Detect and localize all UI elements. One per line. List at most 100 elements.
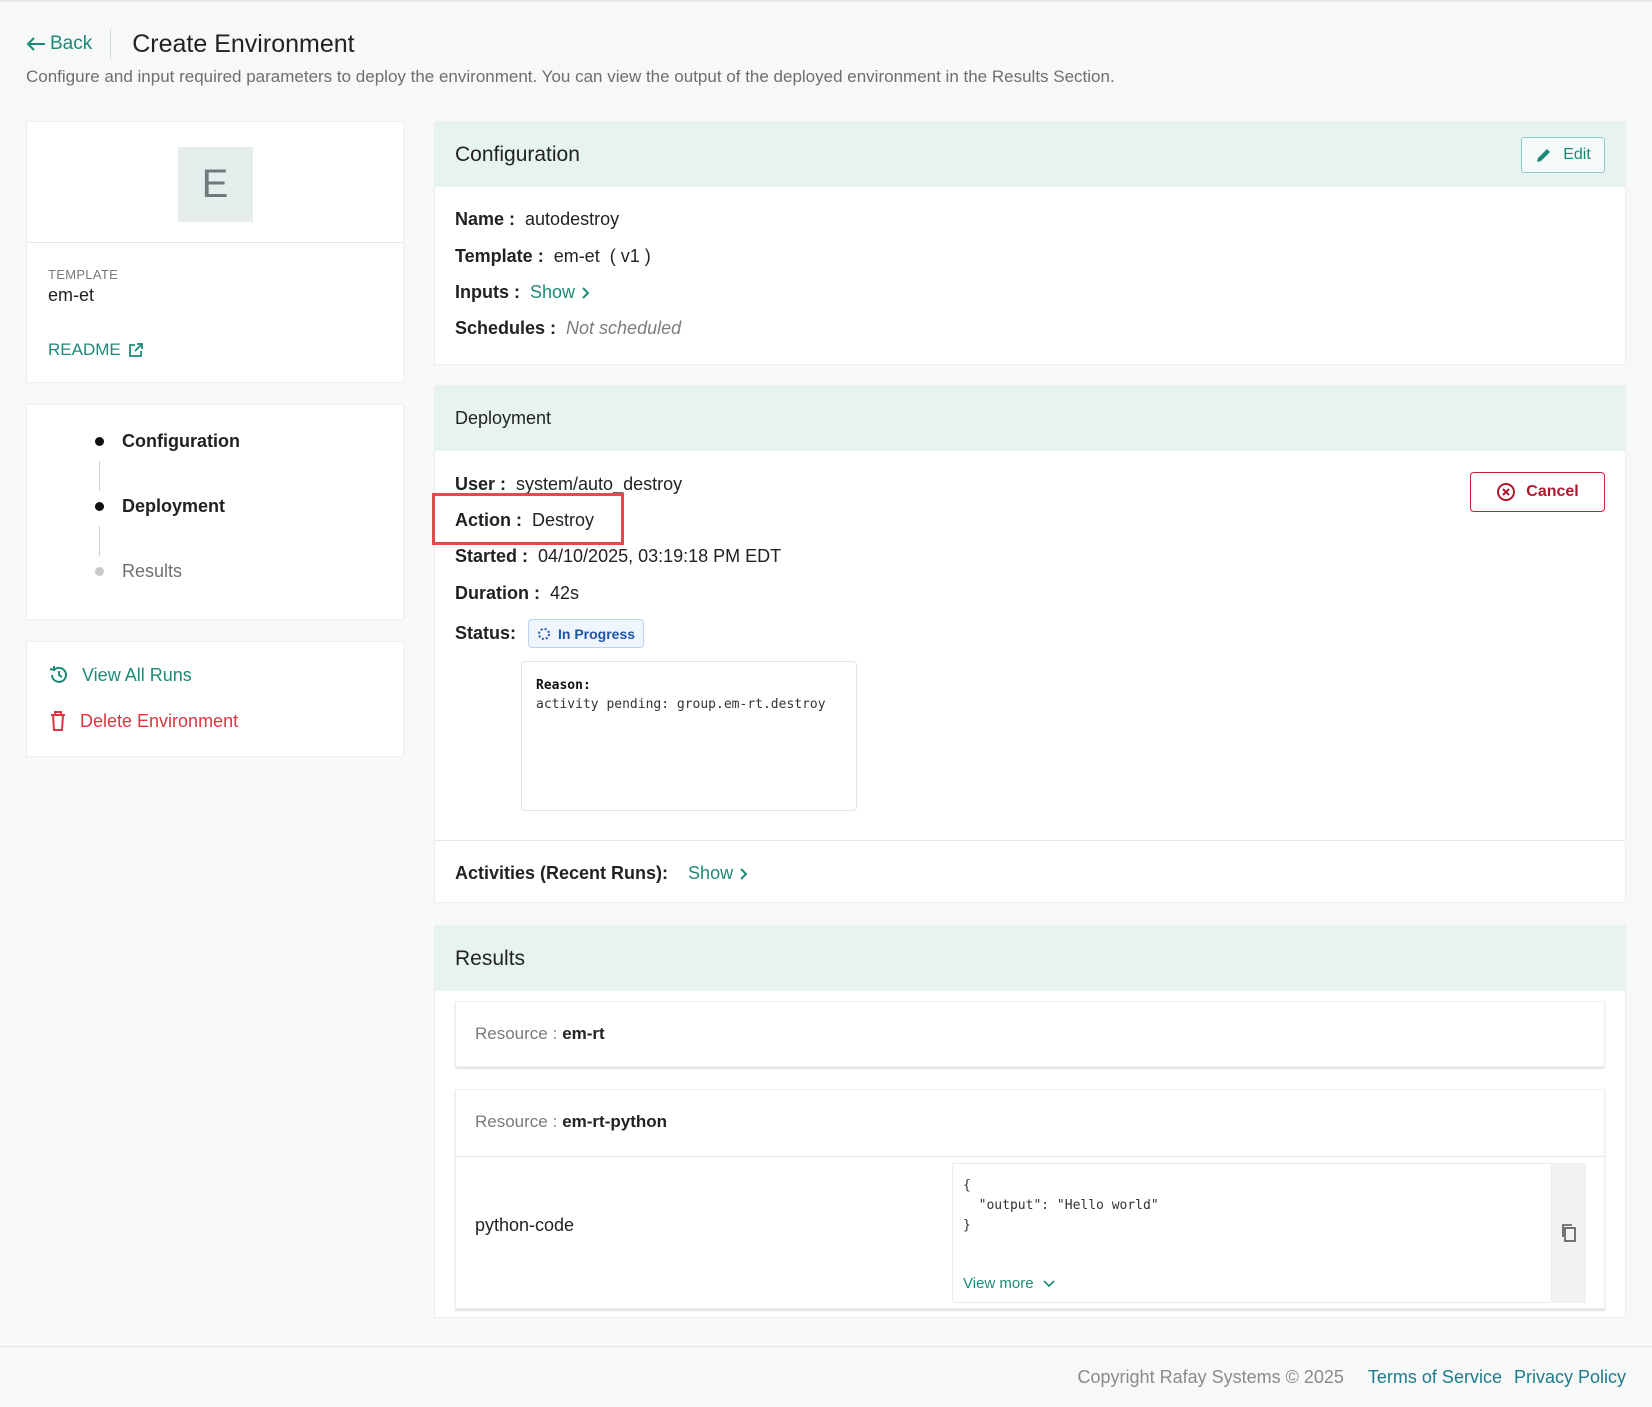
results-title: Results (455, 946, 526, 970)
status-badge: In Progress (528, 619, 645, 648)
steps-card: Configuration Deployment Results (26, 404, 404, 620)
inputs-show-link[interactable]: Show (530, 282, 591, 303)
activities-row: Activities (Recent Runs): Show (455, 863, 749, 884)
edit-label: Edit (1563, 146, 1591, 163)
delete-environment-label: Delete Environment (80, 710, 239, 731)
actions-card: View All Runs Delete Environment (26, 641, 404, 757)
copy-button[interactable] (1552, 1163, 1586, 1303)
privacy-link[interactable]: Privacy Policy (1514, 1367, 1626, 1388)
resource-key: Resource : (475, 1023, 558, 1043)
config-schedules-value: Not scheduled (566, 318, 682, 338)
reason-key: Reason: (536, 678, 591, 693)
history-icon (49, 666, 67, 683)
config-name-value: autodestroy (525, 209, 620, 229)
config-template-key: Template : (455, 246, 544, 266)
output-label: python-code (475, 1215, 575, 1235)
activities-show-label: Show (688, 863, 734, 883)
resource-header: Resource : em-rt (475, 1002, 605, 1065)
top-border (0, 0, 1652, 2)
spinner-icon (538, 627, 551, 640)
config-schedules-row: Schedules : Not scheduled (455, 318, 681, 339)
resource-header: Resource : em-rt-python (475, 1090, 667, 1153)
template-avatar: E (177, 147, 253, 222)
step-configuration[interactable]: Configuration (95, 431, 240, 452)
step-dot (95, 502, 104, 511)
chevron-down-icon (1043, 1280, 1055, 1288)
deploy-duration-key: Duration : (455, 583, 540, 603)
footer: Copyright Rafay Systems © 2025 Terms of … (0, 1346, 1652, 1407)
deploy-started-key: Started : (455, 546, 529, 566)
page-subtitle: Configure and input required parameters … (26, 67, 1115, 86)
config-schedules-key: Schedules : (455, 318, 557, 338)
chevron-right-icon (740, 867, 748, 880)
step-results[interactable]: Results (95, 561, 182, 582)
deploy-user-key: User : (455, 474, 507, 494)
cancel-circle-icon (1497, 483, 1516, 501)
configuration-title: Configuration (455, 142, 580, 166)
configuration-card: Configuration Edit Name : autodestroy Te… (434, 121, 1626, 365)
deploy-duration-value: 42s (550, 583, 580, 603)
deploy-started-value: 04/10/2025, 03:19:18 PM EDT (538, 546, 782, 566)
deploy-user-value: system/auto_destroy (516, 474, 683, 494)
deployment-divider (435, 840, 1625, 841)
highlight-box (432, 493, 624, 545)
deploy-started-row: Started : 04/10/2025, 03:19:18 PM EDT (455, 546, 781, 567)
output-code: { "output": "Hello world" } (963, 1178, 1159, 1233)
view-more-label: View more (963, 1275, 1034, 1292)
output-row: python-code { "output": "Hello world" } V… (456, 1156, 1604, 1308)
reason-box: Reason: activity pending: group.em-rt.de… (521, 661, 857, 811)
config-inputs-key: Inputs : (455, 282, 520, 302)
status-label: In Progress (558, 625, 636, 642)
configuration-header: Configuration (435, 122, 1625, 187)
view-all-runs-link[interactable]: View All Runs (48, 664, 192, 686)
template-card: E TEMPLATE em-et README (26, 121, 404, 383)
step-connector (99, 526, 100, 556)
pencil-icon (1537, 149, 1551, 162)
config-inputs-row: Inputs : Show (455, 282, 591, 303)
deploy-user-row: User : system/auto_destroy (455, 474, 682, 495)
chevron-right-icon (582, 286, 590, 299)
resource-key: Resource : (475, 1111, 558, 1131)
resource-name: em-rt-python (562, 1111, 668, 1131)
readme-link[interactable]: README (48, 340, 144, 360)
deploy-duration-row: Duration : 42s (455, 583, 579, 604)
config-name-row: Name : autodestroy (455, 209, 619, 230)
config-template-value: em-et ( v1 ) (553, 246, 651, 266)
step-deployment[interactable]: Deployment (95, 496, 225, 517)
step-label: Configuration (122, 431, 240, 451)
activities-key: Activities (Recent Runs): (455, 863, 669, 883)
resource-name: em-rt (562, 1023, 605, 1043)
inputs-show-label: Show (530, 282, 576, 302)
terms-link[interactable]: Terms of Service (1368, 1367, 1502, 1388)
deployment-title: Deployment (455, 408, 552, 428)
results-card: Results Resource : em-rt Resource : em-r… (434, 925, 1626, 1318)
deploy-status-row: Status: In Progress (455, 619, 645, 648)
page-header: Back Create Environment (26, 26, 355, 62)
external-link-icon (128, 343, 143, 357)
template-name: em-et (48, 285, 95, 305)
step-label: Deployment (122, 496, 226, 516)
avatar-area: E (27, 122, 403, 243)
cancel-button[interactable]: Cancel (1470, 472, 1605, 512)
results-header: Results (435, 926, 1625, 991)
resource-em-rt[interactable]: Resource : em-rt (455, 1001, 1605, 1067)
activities-show-link[interactable]: Show (688, 863, 749, 884)
step-label: Results (122, 561, 183, 581)
trash-icon (51, 711, 65, 731)
step-dot (95, 567, 104, 576)
page-title: Create Environment (132, 29, 355, 58)
delete-environment-link[interactable]: Delete Environment (48, 710, 238, 732)
edit-button[interactable]: Edit (1521, 137, 1605, 173)
reason-value: activity pending: group.em-rt.destroy (536, 697, 826, 712)
cancel-label: Cancel (1526, 483, 1579, 500)
view-more-link[interactable]: View more (963, 1274, 1056, 1294)
config-name-key: Name : (455, 209, 516, 229)
copy-icon (1562, 1224, 1576, 1242)
resource-em-rt-python[interactable]: Resource : em-rt-python python-code { "o… (455, 1089, 1605, 1309)
footer-links: Copyright Rafay Systems © 2025 Terms of … (1078, 1367, 1626, 1388)
deployment-card: Deployment Cancel User : system/auto_des… (434, 385, 1626, 903)
template-caption: TEMPLATE (48, 267, 119, 282)
back-button[interactable]: Back (26, 29, 112, 59)
copyright: Copyright Rafay Systems © 2025 (1077, 1367, 1344, 1387)
step-connector (99, 461, 100, 491)
